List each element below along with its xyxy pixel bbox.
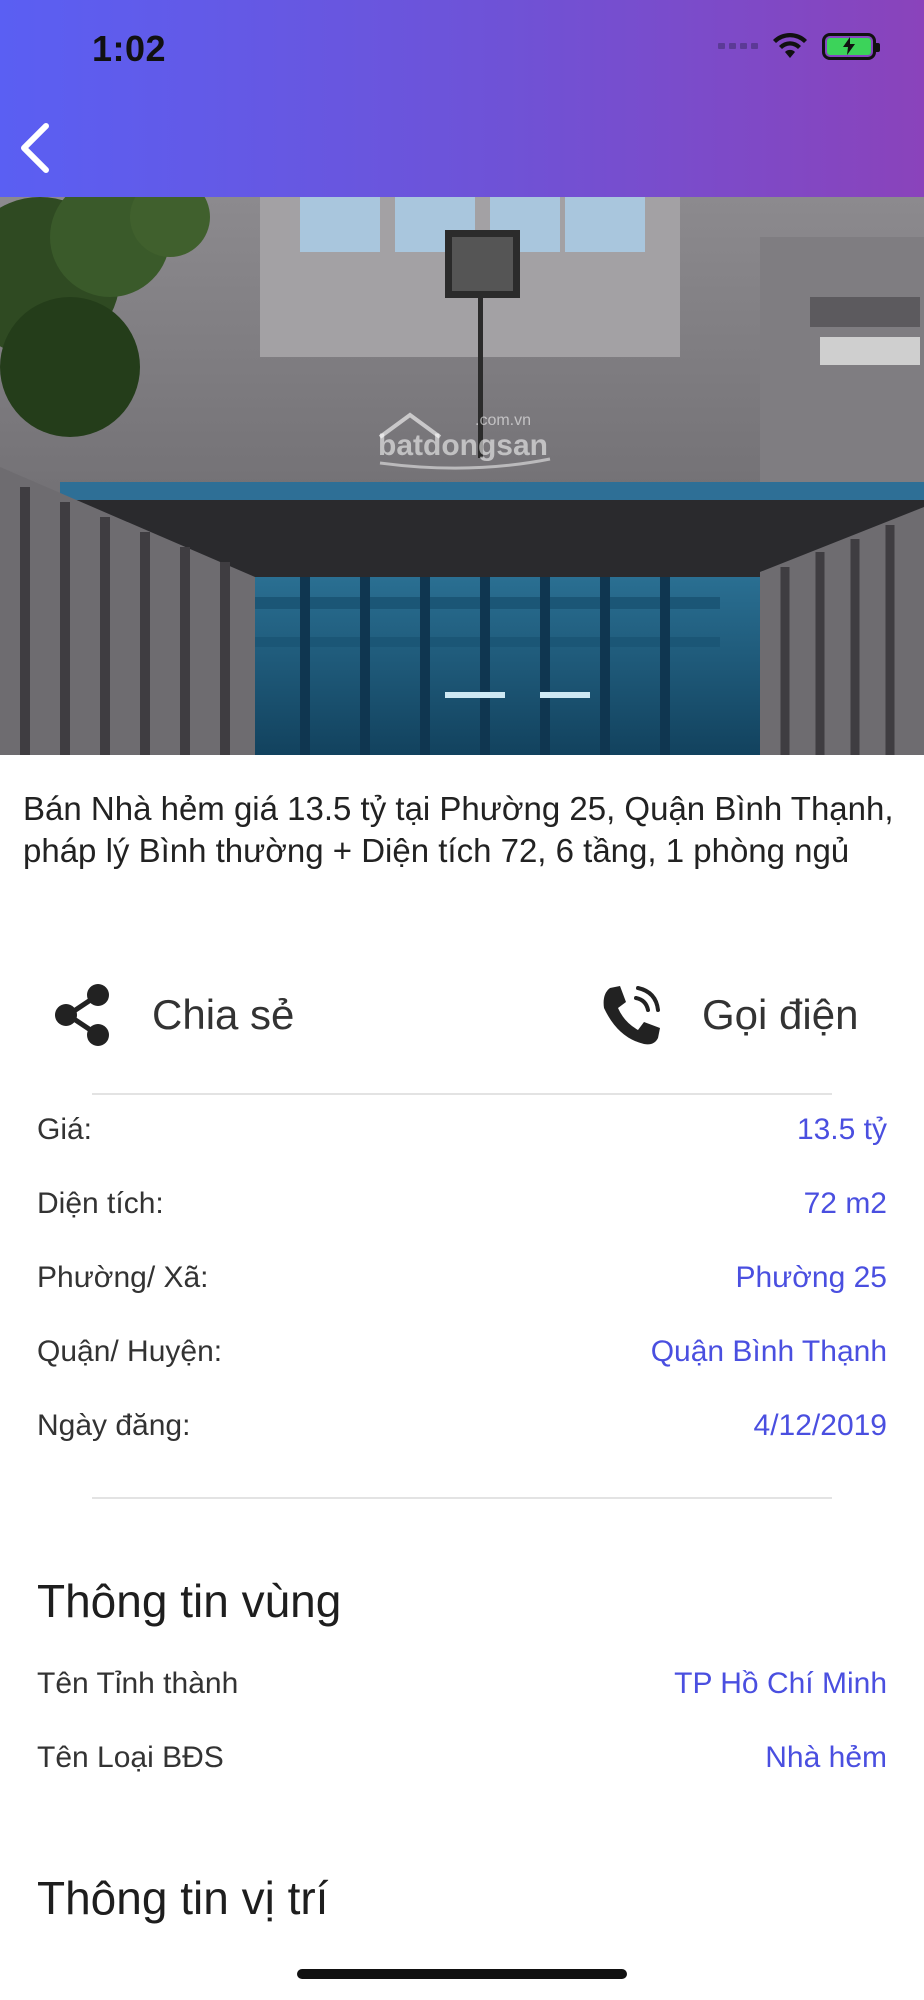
- region-row-property-type: Tên Loại BĐS Nhà hẻm: [37, 1741, 887, 1775]
- share-icon: [55, 984, 109, 1046]
- watermark-text: batdongsan: [378, 429, 548, 462]
- region-value: TP Hồ Chí Minh: [674, 1667, 887, 1700]
- region-row-province: Tên Tỉnh thành TP Hồ Chí Minh: [37, 1667, 887, 1701]
- status-icons: [718, 32, 880, 60]
- detail-row-ward: Phường/ Xã: Phường 25: [37, 1261, 887, 1295]
- detail-label: Quận/ Huyện:: [37, 1335, 223, 1368]
- detail-row-price: Giá: 13.5 tỷ: [37, 1113, 887, 1147]
- detail-value: Phường 25: [735, 1261, 887, 1294]
- region-section-title: Thông tin vùng: [37, 1575, 342, 1627]
- detail-row-post-date: Ngày đăng: 4/12/2019: [37, 1409, 887, 1443]
- home-indicator[interactable]: [297, 1969, 627, 1979]
- detail-row-area: Diện tích: 72 m2: [37, 1187, 887, 1221]
- region-label: Tên Loại BĐS: [37, 1741, 224, 1774]
- building-photo: .com.vn batdongsan: [0, 197, 924, 755]
- listing-title: Bán Nhà hẻm giá 13.5 tỷ tại Phường 25, Q…: [23, 790, 894, 869]
- call-label: Gọi điện: [702, 991, 859, 1038]
- share-label: Chia sẻ: [152, 991, 295, 1038]
- cellular-signal-icon: [718, 43, 758, 49]
- region-value: Nhà hẻm: [765, 1741, 887, 1774]
- detail-label: Ngày đăng:: [37, 1409, 191, 1442]
- detail-value: 13.5 tỷ: [796, 1113, 887, 1146]
- watermark-sub: .com.vn: [475, 412, 531, 429]
- detail-value: 72 m2: [803, 1187, 887, 1220]
- call-button[interactable]: Gọi điện: [596, 975, 858, 1055]
- region-label: Tên Tỉnh thành: [37, 1667, 239, 1700]
- app-header: 1:02: [0, 0, 924, 197]
- location-section-title: Thông tin vị trí: [37, 1872, 329, 1924]
- share-button[interactable]: Chia sẻ: [50, 975, 294, 1055]
- detail-value: 4/12/2019: [753, 1409, 887, 1442]
- listing-photo: .com.vn batdongsan: [0, 197, 924, 755]
- divider: [92, 1093, 832, 1095]
- detail-label: Diện tích:: [37, 1187, 164, 1220]
- back-button[interactable]: [14, 118, 58, 178]
- divider: [92, 1497, 832, 1499]
- detail-label: Giá:: [37, 1113, 93, 1146]
- phone-icon: [603, 986, 660, 1045]
- status-time: 1:02: [92, 28, 167, 69]
- battery-icon: [822, 32, 880, 60]
- detail-row-district: Quận/ Huyện: Quận Bình Thạnh: [37, 1335, 887, 1369]
- detail-value: Quận Bình Thạnh: [650, 1335, 887, 1368]
- detail-label: Phường/ Xã:: [37, 1261, 209, 1294]
- wifi-icon: [773, 32, 807, 58]
